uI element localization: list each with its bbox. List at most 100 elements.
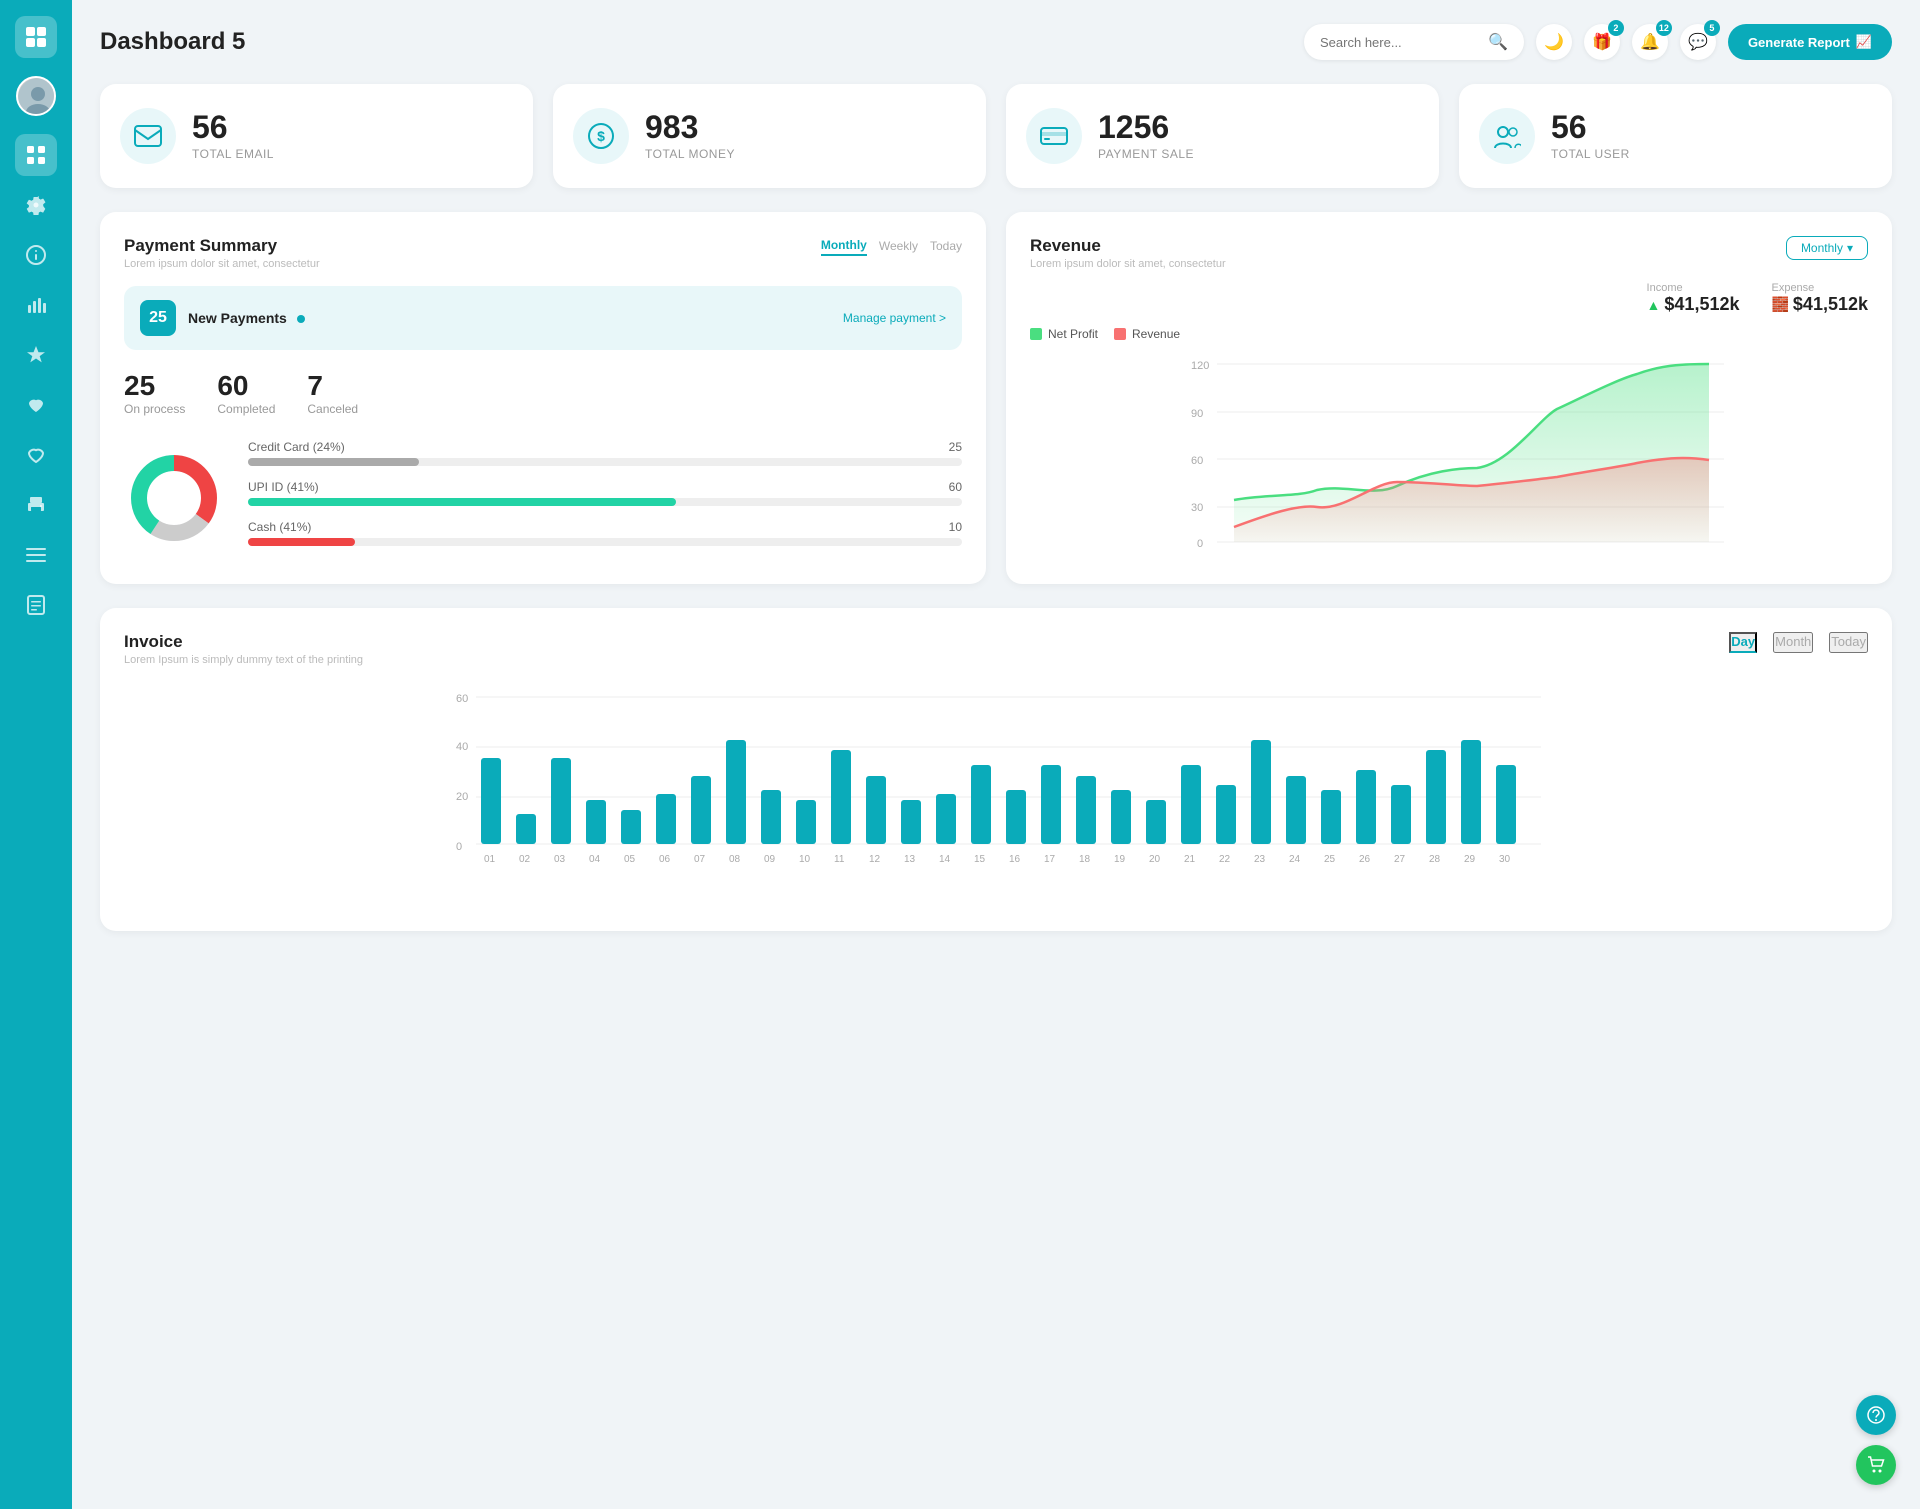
income-group: Income ▲ $41,512k (1647, 282, 1740, 315)
stat-card-user-info: 56 TOTAL USER (1551, 111, 1630, 161)
stats-completed: 60 Completed (217, 370, 275, 416)
sidebar-item-heart2[interactable] (15, 434, 57, 476)
sidebar-item-chart[interactable] (15, 284, 57, 326)
bar-29 (1461, 740, 1481, 844)
bar-23 (1251, 740, 1271, 844)
avatar[interactable] (16, 76, 56, 116)
svg-text:20: 20 (1149, 854, 1161, 865)
sidebar-item-doc[interactable] (15, 584, 57, 626)
svg-text:90: 90 (1191, 408, 1203, 420)
revenue-monthly-btn[interactable]: Monthly ▾ (1786, 236, 1868, 260)
svg-text:40: 40 (456, 741, 468, 753)
stat-label-user: TOTAL USER (1551, 147, 1630, 161)
header-right: 🔍 🌙 🎁 2 🔔 12 💬 5 Generate Report 📈 (1304, 24, 1892, 60)
tab-day-invoice[interactable]: Day (1729, 632, 1757, 653)
tab-monthly-payment[interactable]: Monthly (821, 236, 867, 256)
sidebar-item-star[interactable] (15, 334, 57, 376)
svg-text:28: 28 (1429, 854, 1441, 865)
svg-text:120: 120 (1191, 360, 1209, 372)
sidebar-item-heart1[interactable] (15, 384, 57, 426)
progress-bar-bg-upi (248, 498, 962, 506)
bar-17 (1041, 765, 1061, 844)
float-support-btn[interactable] (1856, 1395, 1896, 1435)
bar-02 (516, 814, 536, 844)
progress-item-creditcard: Credit Card (24%) 25 (248, 440, 962, 466)
tab-today-invoice[interactable]: Today (1829, 632, 1868, 653)
manage-payment-link[interactable]: Manage payment > (843, 311, 946, 325)
bell-badge: 12 (1656, 20, 1672, 36)
svg-text:05: 05 (624, 854, 636, 865)
theme-toggle-btn[interactable]: 🌙 (1536, 24, 1572, 60)
payment-summary-title-group: Payment Summary Lorem ipsum dolor sit am… (124, 236, 320, 270)
stat-card-payment-info: 1256 PAYMENT SALE (1098, 111, 1194, 161)
svg-text:18: 18 (1079, 854, 1091, 865)
progress-bar-fill-upi (248, 498, 676, 506)
sidebar-item-menu[interactable] (15, 534, 57, 576)
search-box: 🔍 (1304, 24, 1524, 60)
stat-label-money: TOTAL MONEY (645, 147, 735, 161)
svg-text:29: 29 (1464, 854, 1476, 865)
revenue-card: Revenue Lorem ipsum dolor sit amet, cons… (1006, 212, 1892, 584)
stat-num-payment: 1256 (1098, 111, 1194, 143)
svg-text:06: 06 (659, 854, 671, 865)
page-title: Dashboard 5 (100, 28, 245, 56)
bar-21 (1181, 765, 1201, 844)
stat-label-payment: PAYMENT SALE (1098, 147, 1194, 161)
tab-weekly-payment[interactable]: Weekly (879, 236, 918, 256)
search-icon: 🔍 (1488, 32, 1508, 52)
user-icon (1479, 108, 1535, 164)
sidebar (0, 0, 72, 1509)
svg-text:09: 09 (764, 854, 776, 865)
bar-09 (761, 790, 781, 844)
svg-text:30: 30 (1191, 502, 1203, 514)
svg-text:02: 02 (519, 854, 531, 865)
bar-22 (1216, 785, 1236, 844)
payment-bottom: Credit Card (24%) 25 UPI ID (41%) 60 (124, 440, 962, 560)
revenue-header: Revenue Lorem ipsum dolor sit amet, cons… (1030, 236, 1868, 270)
search-input[interactable] (1320, 35, 1480, 50)
chat-btn[interactable]: 💬 5 (1680, 24, 1716, 60)
bell-btn[interactable]: 🔔 12 (1632, 24, 1668, 60)
tab-month-invoice[interactable]: Month (1773, 632, 1813, 653)
new-payments-row: 25 New Payments Manage payment > (124, 286, 962, 350)
progress-bar-bg-cash (248, 538, 962, 546)
payment-summary-header: Payment Summary Lorem ipsum dolor sit am… (124, 236, 962, 270)
svg-text:16: 16 (1009, 854, 1021, 865)
gift-btn[interactable]: 🎁 2 (1584, 24, 1620, 60)
bar-01 (481, 758, 501, 844)
generate-report-button[interactable]: Generate Report 📈 (1728, 24, 1892, 60)
invoice-card: Invoice Lorem Ipsum is simply dummy text… (100, 608, 1892, 931)
sidebar-item-settings[interactable] (15, 184, 57, 226)
invoice-title: Invoice (124, 632, 363, 652)
chart-icon: 📈 (1856, 34, 1872, 50)
bar-06 (656, 794, 676, 844)
expense-group: Expense 🧱 $41,512k (1771, 282, 1868, 315)
svg-text:0: 0 (456, 841, 462, 853)
sidebar-item-info[interactable] (15, 234, 57, 276)
sidebar-item-grid[interactable] (15, 134, 57, 176)
bar-15 (971, 765, 991, 844)
header: Dashboard 5 🔍 🌙 🎁 2 🔔 12 💬 5 Generate Re… (100, 24, 1892, 60)
bar-20 (1146, 800, 1166, 844)
expense-icon: 🧱 (1771, 296, 1788, 313)
svg-text:08: 08 (729, 854, 741, 865)
tab-today-payment[interactable]: Today (930, 236, 962, 256)
invoice-sub: Lorem Ipsum is simply dummy text of the … (124, 654, 363, 666)
float-cart-btn[interactable] (1856, 1445, 1896, 1485)
invoice-header: Invoice Lorem Ipsum is simply dummy text… (124, 632, 1868, 666)
sidebar-logo (15, 16, 57, 58)
bar-10 (796, 800, 816, 844)
mid-section: Payment Summary Lorem ipsum dolor sit am… (100, 212, 1892, 584)
svg-text:07: 07 (694, 854, 706, 865)
invoice-chart: 60 40 20 0 (124, 682, 1868, 902)
svg-text:13: 13 (904, 854, 916, 865)
legend-net-profit: Net Profit (1030, 327, 1098, 341)
svg-text:14: 14 (939, 854, 951, 865)
stat-card-money-info: 983 TOTAL MONEY (645, 111, 735, 161)
progress-item-upi: UPI ID (41%) 60 (248, 480, 962, 506)
bar-24 (1286, 776, 1306, 844)
stat-card-email-info: 56 TOTAL EMAIL (192, 111, 274, 161)
svg-text:27: 27 (1394, 854, 1406, 865)
progress-list: Credit Card (24%) 25 UPI ID (41%) 60 (248, 440, 962, 560)
sidebar-item-print[interactable] (15, 484, 57, 526)
